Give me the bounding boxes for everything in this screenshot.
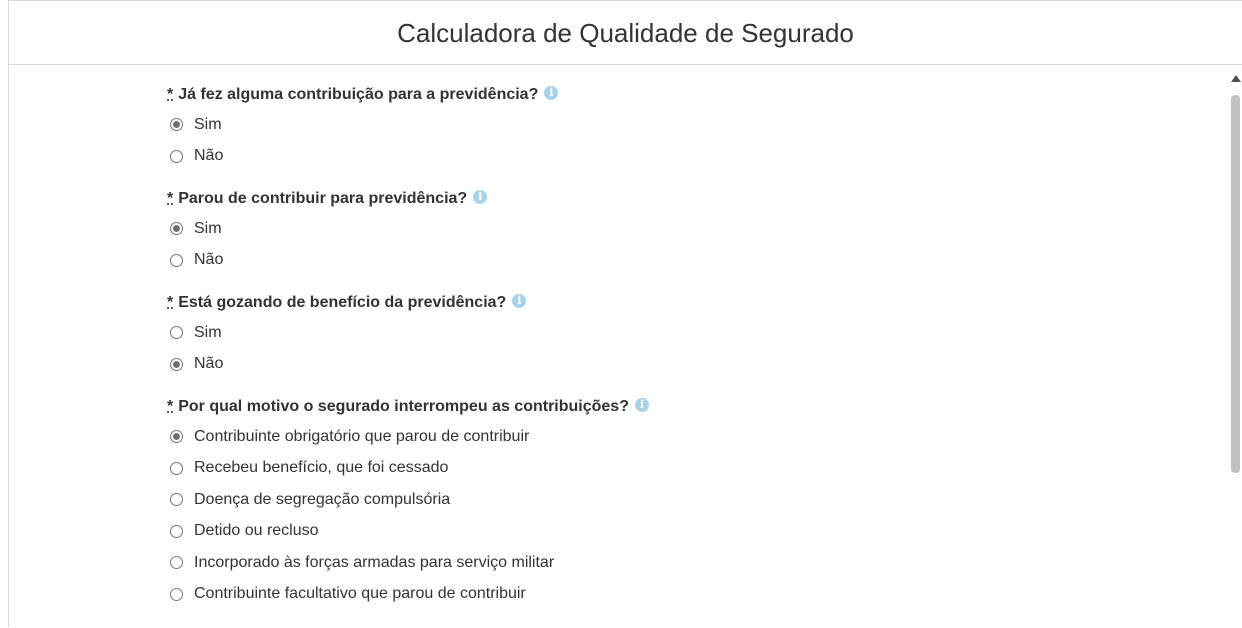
- radio-label[interactable]: Contribuinte facultativo que parou de co…: [194, 585, 526, 603]
- required-marker: *: [167, 86, 174, 103]
- radio-option-compulsory-segregation[interactable]: Doença de segregação compulsória: [167, 484, 1217, 516]
- radio-label[interactable]: Contribuinte obrigatório que parou de co…: [194, 428, 529, 446]
- vertical-scrollbar[interactable]: [1229, 65, 1242, 628]
- radio-label[interactable]: Recebeu benefício, que foi cessado: [194, 459, 448, 477]
- question-label: * Por qual motivo o segurado interrompeu…: [167, 393, 1217, 421]
- panel-header: Calculadora de Qualidade de Segurado: [9, 1, 1242, 65]
- question-text: Por qual motivo o segurado interrompeu a…: [178, 398, 629, 415]
- radio-option-nao[interactable]: Não: [167, 141, 1217, 173]
- required-marker: *: [167, 190, 174, 207]
- radio-label[interactable]: Doença de segregação compulsória: [194, 491, 450, 509]
- radio-option-sim[interactable]: Sim: [167, 213, 1217, 245]
- radio-button[interactable]: [170, 524, 183, 538]
- radio-option-military-service[interactable]: Incorporado às forças armadas para servi…: [167, 547, 1217, 579]
- radio-option-mandatory-contributor[interactable]: Contribuinte obrigatório que parou de co…: [167, 421, 1217, 453]
- info-icon[interactable]: i: [512, 294, 527, 308]
- info-icon[interactable]: i: [544, 86, 559, 100]
- radio-button[interactable]: [170, 587, 183, 601]
- radio-option-nao[interactable]: Não: [167, 245, 1217, 277]
- radio-label[interactable]: Detido ou recluso: [194, 522, 319, 540]
- calculator-panel: Calculadora de Qualidade de Segurado * J…: [8, 0, 1242, 628]
- question-label: * Já fez alguma contribuição para a prev…: [167, 81, 1217, 109]
- radio-button[interactable]: [170, 430, 183, 444]
- radio-option-sim[interactable]: Sim: [167, 317, 1217, 349]
- required-marker: *: [167, 398, 174, 415]
- radio-option-nao[interactable]: Não: [167, 349, 1217, 381]
- question-stopped-contributing: * Parou de contribuir para previdência? …: [167, 185, 1217, 276]
- scrollbar-thumb[interactable]: [1231, 95, 1240, 473]
- radio-option-optional-contributor[interactable]: Contribuinte facultativo que parou de co…: [167, 579, 1217, 611]
- question-receiving-benefit: * Está gozando de benefício da previdênc…: [167, 289, 1217, 380]
- radio-button[interactable]: [170, 326, 183, 340]
- info-icon[interactable]: i: [634, 398, 649, 412]
- radio-label[interactable]: Não: [194, 147, 223, 165]
- radio-button[interactable]: [170, 149, 183, 163]
- form-content: * Já fez alguma contribuição para a prev…: [167, 81, 1217, 623]
- radio-button[interactable]: [170, 118, 183, 132]
- radio-button[interactable]: [170, 493, 183, 507]
- radio-label[interactable]: Incorporado às forças armadas para servi…: [194, 554, 554, 572]
- radio-button[interactable]: [170, 253, 183, 267]
- info-icon[interactable]: i: [473, 190, 488, 204]
- radio-option-sim[interactable]: Sim: [167, 109, 1217, 141]
- radio-label[interactable]: Não: [194, 251, 223, 269]
- radio-button[interactable]: [170, 222, 183, 236]
- question-label: * Parou de contribuir para previdência? …: [167, 185, 1217, 213]
- question-contribution-made: * Já fez alguma contribuição para a prev…: [167, 81, 1217, 172]
- radio-option-detained[interactable]: Detido ou recluso: [167, 516, 1217, 548]
- radio-option-benefit-ceased[interactable]: Recebeu benefício, que foi cessado: [167, 453, 1217, 485]
- radio-button[interactable]: [170, 556, 183, 570]
- required-marker: *: [167, 294, 174, 311]
- page-title: Calculadora de Qualidade de Segurado: [397, 18, 854, 48]
- radio-label[interactable]: Não: [194, 355, 223, 373]
- radio-button[interactable]: [170, 461, 183, 475]
- question-text: Está gozando de benefício da previdência…: [178, 294, 507, 311]
- question-text: Parou de contribuir para previdência?: [178, 190, 468, 207]
- radio-button[interactable]: [170, 357, 183, 371]
- scroll-up-arrow-icon[interactable]: [1231, 75, 1241, 82]
- radio-label[interactable]: Sim: [194, 324, 222, 342]
- question-interruption-reason: * Por qual motivo o segurado interrompeu…: [167, 393, 1217, 610]
- radio-label[interactable]: Sim: [194, 220, 222, 238]
- question-label: * Está gozando de benefício da previdênc…: [167, 289, 1217, 317]
- radio-label[interactable]: Sim: [194, 116, 222, 134]
- question-text: Já fez alguma contribuição para a previd…: [178, 86, 539, 103]
